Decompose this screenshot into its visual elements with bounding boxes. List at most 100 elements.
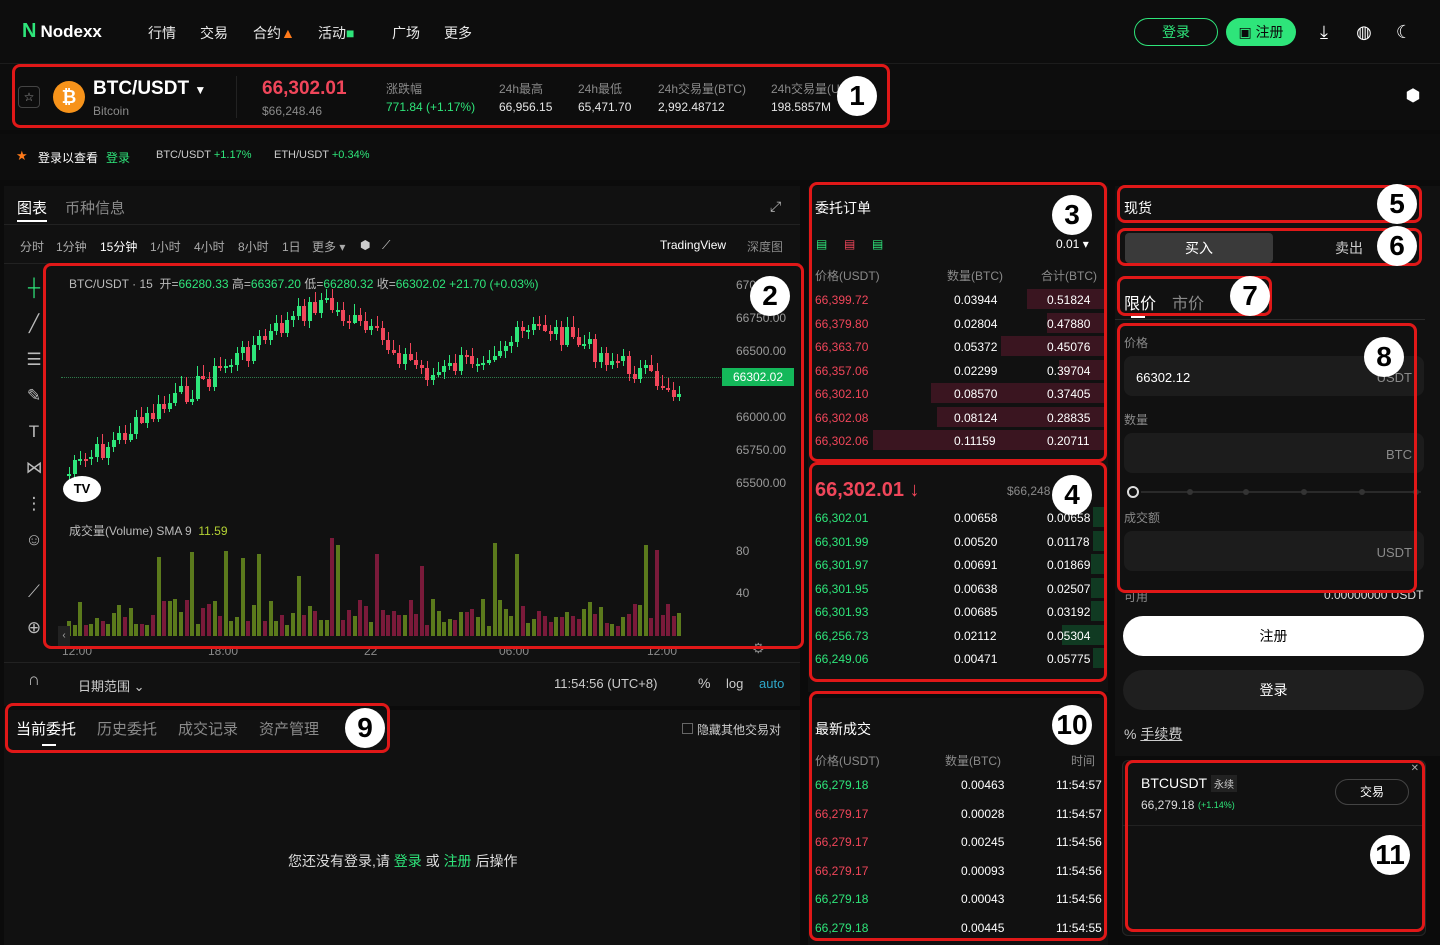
orderbook-row[interactable]: 66,249.06 0.00471 0.05775 <box>815 647 1105 670</box>
expand-icon[interactable]: ⤢ <box>770 198 781 215</box>
interval-1m[interactable]: 1分钟 <box>56 238 100 255</box>
settings-icon[interactable]: ⬢ <box>1403 86 1423 106</box>
amount-slider[interactable] <box>1141 491 1421 493</box>
hide-others-checkbox[interactable] <box>682 723 693 734</box>
pair-selector[interactable]: BTC/USDT ▼ <box>93 78 206 100</box>
interval-1h[interactable]: 1小时 <box>150 238 194 255</box>
orderbook-row[interactable]: 66,399.72 0.03944 0.51824 <box>815 288 1105 311</box>
download-icon[interactable]: ⤓ <box>1312 20 1336 44</box>
precision-select[interactable]: 0.01 ▾ <box>1056 237 1089 251</box>
forecast-icon[interactable]: ⋮ <box>22 494 46 518</box>
chart-clock: 11:54:56 (UTC+8) <box>554 676 658 691</box>
volume-bar <box>319 619 323 636</box>
slider-tick[interactable] <box>1301 489 1307 495</box>
interval-4h[interactable]: 4小时 <box>194 238 238 255</box>
limit-tab[interactable]: 限价 <box>1124 290 1156 314</box>
moon-icon[interactable]: ☾ <box>1392 20 1416 44</box>
tab-trade-history[interactable]: 成交记录 <box>178 718 238 739</box>
orderbook-row[interactable]: 66,301.95 0.00638 0.02507 <box>815 577 1105 600</box>
empty-register-link[interactable]: 注册 <box>444 853 472 869</box>
slider-tick[interactable] <box>1359 489 1365 495</box>
indicator-settings-icon[interactable]: ⬢ <box>360 238 382 255</box>
slider-tick[interactable] <box>1243 489 1249 495</box>
interval-8h[interactable]: 8小时 <box>238 238 282 255</box>
slider-tick[interactable] <box>1413 489 1419 495</box>
slider-tick[interactable] <box>1187 489 1193 495</box>
annotation-badge-8: 8 <box>1364 337 1404 377</box>
login-button[interactable]: 登录 <box>1134 18 1218 46</box>
interval-1d[interactable]: 1日 <box>282 238 312 255</box>
view-both-icon[interactable]: ▤ <box>816 237 827 251</box>
promo-trade-button[interactable]: 交易 <box>1335 779 1409 805</box>
buy-tab[interactable]: 买入 <box>1125 233 1273 263</box>
orderbook-row[interactable]: 66,302.10 0.08570 0.37405 <box>815 382 1105 405</box>
view-bids-icon[interactable]: ▤ <box>872 237 883 251</box>
interval-more[interactable]: 更多 ▾ <box>312 238 360 255</box>
tab-order-history[interactable]: 历史委托 <box>97 718 157 739</box>
gear-icon[interactable]: ⚙ <box>752 640 765 657</box>
candlestick-chart[interactable]: BTC/USDT · 15 开=66280.33 高=66367.20 低=66… <box>45 266 800 656</box>
magnet-icon[interactable]: ∩ <box>22 670 46 694</box>
interval-tick[interactable]: 分时 <box>20 238 56 255</box>
nav-futures[interactable]: 合约▲ <box>253 23 295 43</box>
log-scale-toggle[interactable]: log <box>726 676 743 691</box>
orderbook-row[interactable]: 66,302.06 0.11159 0.20711 <box>815 429 1105 452</box>
collapse-arrow-icon[interactable]: ‹ <box>58 626 70 646</box>
nav-events[interactable]: 活动■ <box>318 23 354 43</box>
tab-open-orders[interactable]: 当前委托 <box>16 718 76 739</box>
orderbook-row[interactable]: 66,363.70 0.05372 0.45076 <box>815 335 1105 358</box>
indicators-icon[interactable]: ⟋ <box>382 238 404 255</box>
date-range-button[interactable]: 日期范围 ⌄ <box>78 676 145 695</box>
watch-login-link[interactable]: 登录 <box>106 149 130 166</box>
logo[interactable]: N Nodexx <box>22 20 102 43</box>
watch-pair-1[interactable]: BTC/USDT +1.17% <box>156 149 252 161</box>
star-icon[interactable]: ☆ <box>18 86 40 108</box>
bitcoin-icon: ₿ <box>53 81 85 113</box>
zoom-in-icon[interactable]: ⊕ <box>22 618 46 642</box>
trendline-icon[interactable]: ╱ <box>22 314 46 338</box>
total-input[interactable]: USDT <box>1124 531 1424 571</box>
empty-login-link[interactable]: 登录 <box>394 853 422 869</box>
col-price: 价格(USDT) <box>815 754 880 768</box>
view-asks-icon[interactable]: ▤ <box>844 237 855 251</box>
tab-coin-info[interactable]: 币种信息 <box>65 197 125 218</box>
row-total: 0.03192 <box>1047 605 1091 619</box>
text-tool-icon[interactable]: T <box>22 422 46 446</box>
ruler-icon[interactable]: ⟋ <box>22 582 46 606</box>
slider-handle[interactable] <box>1127 486 1139 498</box>
crosshair-icon[interactable]: ┼ <box>22 278 46 302</box>
tab-assets[interactable]: 资产管理 <box>259 718 319 739</box>
depth-bar <box>1090 554 1105 574</box>
percent-scale-toggle[interactable]: % <box>698 675 710 691</box>
market-tab[interactable]: 市价 <box>1172 290 1204 314</box>
orderbook-row[interactable]: 66,379.80 0.02804 0.47880 <box>815 312 1105 335</box>
nav-trade[interactable]: 交易 <box>200 23 228 43</box>
tab-chart[interactable]: 图表 <box>17 197 47 218</box>
orderbook-row[interactable]: 66,302.08 0.08124 0.28835 <box>815 406 1105 429</box>
brush-icon[interactable]: ✎ <box>22 386 46 410</box>
login-cta-button[interactable]: 登录 <box>1123 670 1424 710</box>
globe-icon[interactable]: ◍ <box>1352 20 1376 44</box>
close-icon[interactable]: ✕ <box>1411 763 1419 774</box>
quantity-input[interactable]: BTC <box>1124 433 1424 473</box>
watch-pair-2[interactable]: ETH/USDT +0.34% <box>274 149 370 161</box>
nav-square[interactable]: 广场 <box>392 23 420 43</box>
auto-scale-toggle[interactable]: auto <box>759 676 784 691</box>
emoji-icon[interactable]: ☺ <box>22 530 46 554</box>
orderbook-row[interactable]: 66,301.93 0.00685 0.03192 <box>815 600 1105 623</box>
fib-lines-icon[interactable]: ☰ <box>22 350 46 374</box>
orderbook-row[interactable]: 66,301.99 0.00520 0.01178 <box>815 530 1105 553</box>
pattern-icon[interactable]: ⋈ <box>22 458 46 482</box>
depth-toggle[interactable]: 深度图 <box>747 238 783 255</box>
nav-more[interactable]: 更多 <box>444 23 472 43</box>
interval-15m[interactable]: 15分钟 <box>100 238 150 255</box>
orderbook-row[interactable]: 66,301.97 0.00691 0.01869 <box>815 553 1105 576</box>
orderbook-row[interactable]: 66,357.06 0.02299 0.39704 <box>815 359 1105 382</box>
register-button[interactable]: ▣ 注册 <box>1226 18 1296 46</box>
register-cta-button[interactable]: 注册 <box>1123 616 1424 656</box>
tradingview-toggle[interactable]: TradingView <box>660 238 726 252</box>
nav-markets[interactable]: 行情 <box>148 23 176 43</box>
volume-bar <box>520 606 525 636</box>
orderbook-row[interactable]: 66,256.73 0.02112 0.05304 <box>815 624 1105 647</box>
fee-link[interactable]: % 手续费 <box>1124 724 1182 744</box>
